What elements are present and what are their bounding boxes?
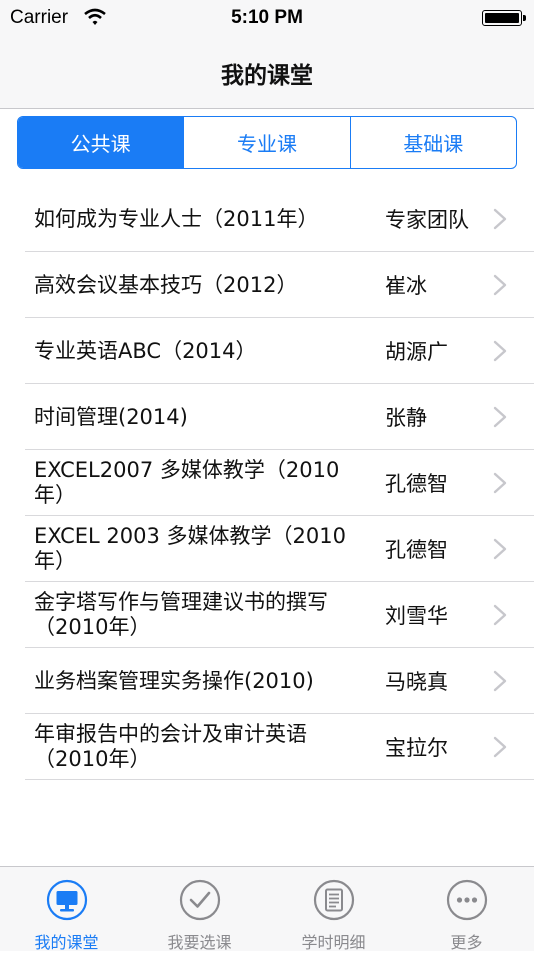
course-row[interactable]: 高效会议基本技巧（2012） 崔冰 [25, 252, 534, 318]
course-title: EXCEL2007 多媒体教学（2010年） [34, 458, 340, 507]
course-title: 时间管理(2014) [34, 404, 188, 429]
tab-label: 我要选课 [167, 933, 232, 952]
course-title: 年审报告中的会计及审计英语 （2010年） [34, 722, 307, 771]
segment-basic-courses[interactable]: 基础课 [349, 117, 516, 168]
monitor-icon [46, 879, 88, 921]
status-bar: Carrier 5:10 PM [0, 0, 534, 38]
page-title: 我的课堂 [221, 63, 313, 89]
course-teacher: 马晓真 [385, 670, 448, 694]
tab-more[interactable]: 更多 [400, 867, 533, 952]
course-row[interactable]: EXCEL2007 多媒体教学（2010年） 孔德智 [25, 450, 534, 516]
course-title: 高效会议基本技巧（2012） [34, 272, 298, 297]
course-row[interactable]: 时间管理(2014) 张静 [25, 384, 534, 450]
course-title: 业务档案管理实务操作(2010) [34, 668, 314, 693]
tab-label: 学时明细 [301, 933, 366, 952]
course-title: 专业英语ABC（2014） [34, 338, 257, 363]
course-teacher: 孔德智 [385, 538, 448, 562]
course-list: 如何成为专业人士（2011年） 专家团队 高效会议基本技巧（2012） 崔冰 专… [0, 186, 534, 780]
course-title: 金字塔写作与管理建议书的撰写 （2010年） [34, 590, 328, 639]
chevron-right-icon [493, 736, 507, 758]
segment-public-courses[interactable]: 公共课 [18, 117, 184, 168]
course-row[interactable]: 如何成为专业人士（2011年） 专家团队 [25, 186, 534, 252]
document-list-icon [313, 879, 355, 921]
course-teacher: 崔冰 [385, 274, 427, 298]
course-row[interactable]: EXCEL 2003 多媒体教学（2010年） 孔德智 [25, 516, 534, 582]
chevron-right-icon [493, 208, 507, 230]
navigation-bar: 我的课堂 [0, 38, 534, 109]
status-time: 5:10 PM [231, 7, 303, 28]
tab-bar: 我的课堂 我要选课 学时明细 更多 [0, 866, 534, 952]
chevron-right-icon [493, 604, 507, 626]
course-row[interactable]: 年审报告中的会计及审计英语 （2010年） 宝拉尔 [25, 714, 534, 780]
course-teacher: 孔德智 [385, 472, 448, 496]
course-teacher: 宝拉尔 [385, 736, 448, 760]
more-dots-icon [446, 879, 488, 921]
chevron-right-icon [493, 670, 507, 692]
course-category-segmented-control: 公共课 专业课 基础课 [17, 116, 517, 169]
chevron-right-icon [493, 538, 507, 560]
segment-professional-courses[interactable]: 专业课 [183, 117, 349, 168]
course-row[interactable]: 金字塔写作与管理建议书的撰写 （2010年） 刘雪华 [25, 582, 534, 648]
checkmark-circle-icon [179, 879, 221, 921]
course-teacher: 张静 [385, 406, 427, 430]
course-teacher: 胡源广 [385, 340, 448, 364]
chevron-right-icon [493, 340, 507, 362]
tab-label: 更多 [450, 933, 483, 952]
chevron-right-icon [493, 472, 507, 494]
course-row[interactable]: 业务档案管理实务操作(2010) 马晓真 [25, 648, 534, 714]
tab-select-courses[interactable]: 我要选课 [133, 867, 266, 952]
chevron-right-icon [493, 274, 507, 296]
course-teacher: 专家团队 [385, 208, 469, 232]
course-title: 如何成为专业人士（2011年） [34, 206, 319, 231]
course-row[interactable]: 专业英语ABC（2014） 胡源广 [25, 318, 534, 384]
tab-label: 我的课堂 [34, 933, 99, 952]
battery-icon [482, 10, 526, 26]
course-title: EXCEL 2003 多媒体教学（2010年） [34, 524, 346, 573]
chevron-right-icon [493, 406, 507, 428]
tab-my-classroom[interactable]: 我的课堂 [0, 867, 133, 952]
tab-study-hours-detail[interactable]: 学时明细 [267, 867, 400, 952]
course-teacher: 刘雪华 [385, 604, 448, 628]
